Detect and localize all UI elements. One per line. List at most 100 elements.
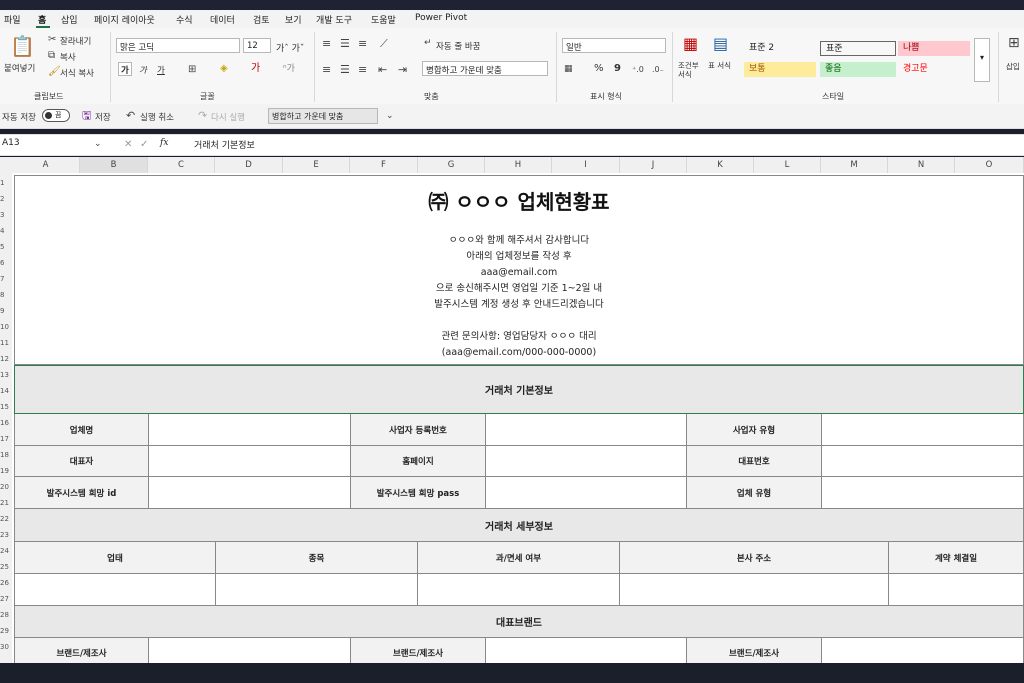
column-header-a[interactable]: A [12,157,80,173]
name-box[interactable]: A13 [2,138,20,148]
table-format-icon[interactable]: ▤ [713,36,728,52]
column-header-o[interactable]: O [955,157,1024,173]
row-header[interactable]: 22 [0,515,12,523]
wrap-text-icon[interactable]: ↵ [424,38,432,49]
formula-input[interactable]: 거래처 기본정보 [194,138,255,151]
row-header[interactable]: 12 [0,355,12,363]
border-icon[interactable]: ⊞ [188,64,196,75]
align-bottom-icon[interactable]: ≡ [358,38,367,49]
column-header-d[interactable]: D [215,157,283,173]
tab-data[interactable]: 데이터 [210,13,235,26]
input-brand-maker[interactable] [486,638,687,663]
insert-cells-icon[interactable]: ⊞ [1008,36,1020,50]
italic-button[interactable]: 가 [139,64,147,76]
row-header[interactable]: 18 [0,451,12,459]
percent-button[interactable]: % [594,63,604,74]
cut-button[interactable]: 잘라내기 [60,35,91,47]
row-header[interactable]: 14 [0,387,12,395]
align-center-icon[interactable]: ☰ [340,64,350,75]
format-painter-icon[interactable]: 🖌 [48,66,61,77]
row-header[interactable]: 1 [0,179,12,187]
format-painter-button[interactable]: 서식 복사 [60,67,94,79]
fill-color-icon[interactable]: ◈ [220,63,228,74]
row-header[interactable]: 6 [0,259,12,267]
row-header[interactable]: 21 [0,499,12,507]
table-format-button[interactable]: 표 서식 [708,61,732,70]
label-brand-maker[interactable]: 브랜드/제조사 [351,638,486,663]
undo-icon[interactable]: ↶ [126,110,135,121]
row-header[interactable]: 29 [0,627,12,635]
font-name-select[interactable]: 맑은 고딕 [116,38,240,53]
copy-button[interactable]: 복사 [60,51,76,63]
label-desired-id[interactable]: 발주시스템 희망 id [14,477,149,509]
autosave-toggle[interactable]: 끔 [42,109,70,122]
decrease-decimal-icon[interactable]: .0₋ [652,64,664,75]
tab-developer[interactable]: 개발 도구 [316,13,352,26]
label-business-type[interactable]: 사업자 유형 [687,414,822,446]
header-tax-status[interactable]: 과/면세 여부 [418,542,620,574]
customize-qat-icon[interactable]: ⌄ [386,111,394,122]
enter-icon[interactable]: ✓ [140,139,148,150]
input-company-category[interactable] [822,477,1024,509]
row-header[interactable]: 8 [0,291,12,299]
input-business-item[interactable] [216,574,418,606]
align-left-icon[interactable]: ≡ [322,64,331,75]
wrap-text-button[interactable]: 자동 줄 바꿈 [436,40,481,52]
row-header[interactable]: 25 [0,563,12,571]
row-header[interactable]: 15 [0,403,12,411]
align-middle-icon[interactable]: ☰ [340,38,350,49]
styles-more-button[interactable]: ▾ [974,38,990,82]
cancel-icon[interactable]: ✕ [124,139,132,150]
worksheet[interactable]: ㈜ ㅇㅇㅇ 업체현황표 ㅇㅇㅇ와 함께 해주셔서 감사합니다 아래의 업체정보를… [12,173,1024,663]
orientation-icon[interactable]: ⟋ [380,38,388,49]
row-header[interactable]: 16 [0,419,12,427]
tab-page-layout[interactable]: 페이지 레이아웃 [94,13,155,26]
style-bad[interactable]: 나쁨 [898,41,970,56]
row-header[interactable]: 7 [0,275,12,283]
section-detail-info[interactable]: 거래처 세부정보 [14,509,1024,542]
label-brand-maker[interactable]: 브랜드/제조사 [14,638,149,663]
tab-home[interactable]: 홈 [38,13,46,26]
input-business-condition[interactable] [14,574,216,606]
column-header-e[interactable]: E [283,157,350,173]
row-header[interactable]: 11 [0,339,12,347]
bold-button[interactable]: 가 [118,62,132,76]
tab-review[interactable]: 검토 [253,13,270,26]
input-contract-date[interactable] [889,574,1024,606]
phonetic-icon[interactable]: ⁿ가 [283,64,295,75]
input-business-reg-no[interactable] [486,414,687,446]
qat-merge-center-button[interactable]: 병합하고 가운데 맞춤 [268,108,378,124]
paste-icon[interactable]: 📋 [10,36,35,56]
row-header[interactable]: 13 [0,371,12,379]
copy-icon[interactable]: ⧉ [48,50,55,61]
input-company-name[interactable] [149,414,351,446]
tab-power-pivot[interactable]: Power Pivot [415,13,467,23]
column-header-j[interactable]: J [620,157,687,173]
column-header-c[interactable]: C [148,157,215,173]
conditional-format-icon[interactable]: ▦ [683,36,698,52]
column-header-h[interactable]: H [485,157,552,173]
row-header[interactable]: 2 [0,195,12,203]
increase-indent-icon[interactable]: ⇥ [398,64,407,75]
input-business-type[interactable] [822,414,1024,446]
input-desired-id[interactable] [149,477,351,509]
column-header-k[interactable]: K [687,157,754,173]
input-brand-maker[interactable] [822,638,1024,663]
label-ceo[interactable]: 대표자 [14,446,149,477]
save-button[interactable]: 저장 [95,111,111,123]
font-size-select[interactable]: 12 [243,38,271,53]
input-main-phone[interactable] [822,446,1024,477]
paste-button[interactable]: 붙여넣기 [4,62,35,74]
header-hq-address[interactable]: 본사 주소 [620,542,889,574]
input-homepage[interactable] [486,446,687,477]
underline-button[interactable]: 가 [157,64,165,76]
font-grow-shrink[interactable]: 가ˆ 가ˇ [276,41,304,54]
header-business-item[interactable]: 종목 [216,542,418,574]
redo-button[interactable]: 다시 실행 [211,111,245,123]
comma-button[interactable]: 9 [614,63,621,74]
align-top-icon[interactable]: ≡ [322,38,331,49]
input-brand-maker[interactable] [149,638,351,663]
label-brand-maker[interactable]: 브랜드/제조사 [687,638,822,663]
row-header[interactable]: 3 [0,211,12,219]
row-header[interactable]: 23 [0,531,12,539]
